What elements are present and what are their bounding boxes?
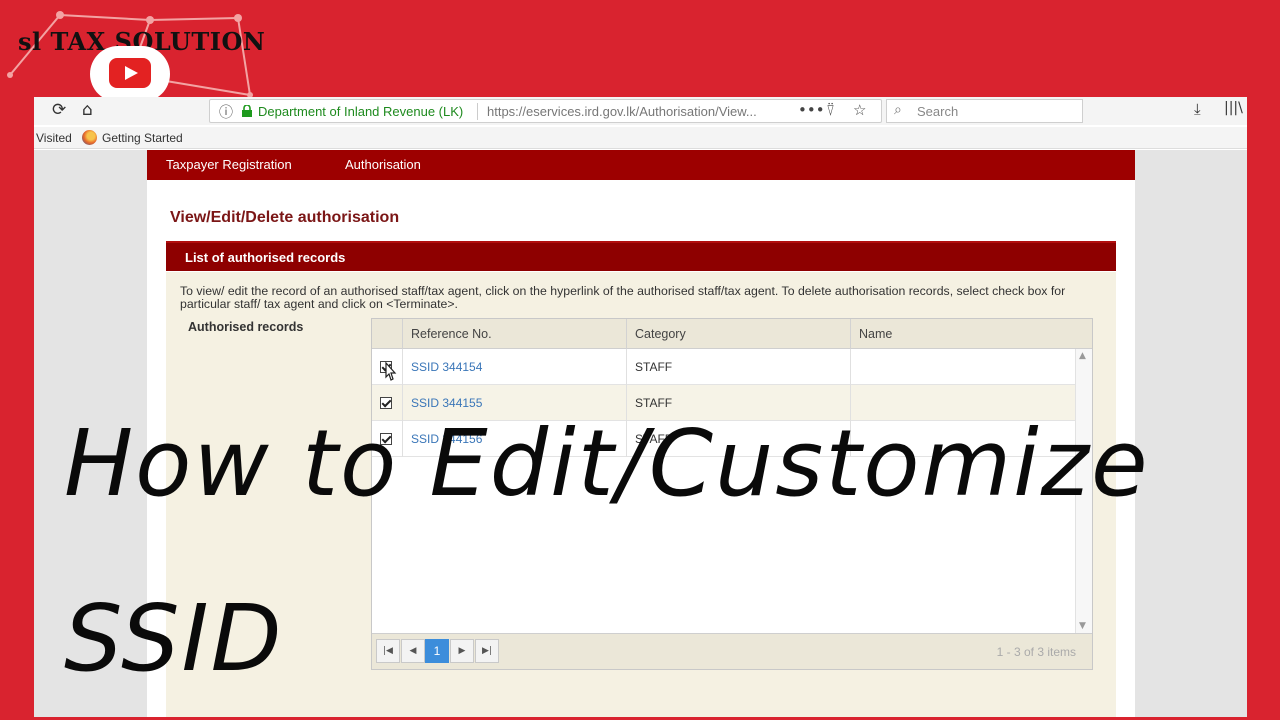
search-icon: ⌕: [894, 102, 902, 118]
search-placeholder: Search: [917, 104, 959, 119]
reload-icon[interactable]: ⟳: [52, 100, 66, 120]
pocket-icon[interactable]: ⍢: [826, 101, 835, 119]
mouse-cursor-icon: [385, 361, 397, 381]
grid-header: Reference No. Category Name: [372, 319, 1092, 349]
downloads-icon[interactable]: ⤓: [1194, 100, 1201, 118]
scroll-down-icon[interactable]: ▼: [1079, 621, 1086, 631]
library-icon[interactable]: |||\: [1224, 100, 1243, 116]
page-number-button[interactable]: 1: [425, 639, 449, 663]
bookmark-star-icon[interactable]: ☆: [853, 101, 866, 119]
more-actions-icon[interactable]: •••: [798, 101, 825, 119]
address-bar[interactable]: ⓘ Department of Inland Revenue (LK) http…: [209, 99, 882, 123]
search-bar[interactable]: ⌕ Search: [886, 99, 1083, 123]
grid-pager: |◀ ◀ 1 ▶ ▶| 1 - 3 of 3 items: [372, 633, 1092, 669]
firefox-icon: [82, 130, 97, 145]
column-header-category[interactable]: Category: [626, 319, 850, 349]
nav-authorisation[interactable]: Authorisation: [345, 157, 421, 172]
bookmark-most-visited[interactable]: Visited: [36, 131, 72, 145]
section-title: List of authorised records: [185, 250, 346, 265]
column-header-name[interactable]: Name: [850, 319, 1075, 349]
last-page-icon[interactable]: ▶|: [475, 639, 499, 663]
name-cell: [850, 349, 1075, 385]
table-row: SSID 344154 STAFF: [372, 349, 1075, 385]
row-checkbox[interactable]: [380, 397, 392, 409]
video-title-line1: How to Edit/Customize: [64, 410, 1150, 517]
scroll-up-icon[interactable]: ▲: [1079, 351, 1086, 361]
bookmark-getting-started[interactable]: Getting Started: [102, 131, 183, 145]
site-identity: Department of Inland Revenue (LK): [258, 104, 464, 119]
youtube-icon: [90, 46, 170, 102]
instructions-text: To view/ edit the record of an authorise…: [180, 284, 1066, 311]
nav-taxpayer-registration[interactable]: Taxpayer Registration: [166, 157, 292, 172]
home-icon[interactable]: ⌂: [82, 100, 93, 120]
site-nav: Taxpayer Registration Authorisation: [147, 150, 1135, 180]
url-text[interactable]: https://eservices.ird.gov.lk/Authorisati…: [487, 104, 777, 119]
bookmarks-bar: Visited Getting Started: [34, 127, 1247, 149]
next-page-icon[interactable]: ▶: [450, 639, 474, 663]
page-title: View/Edit/Delete authorisation: [170, 209, 400, 226]
category-cell: STAFF: [626, 349, 850, 385]
lock-icon: [242, 105, 252, 117]
info-icon[interactable]: ⓘ: [219, 102, 233, 122]
browser-toolbar: ⟳ ⌂ ⓘ Department of Inland Revenue (LK) …: [34, 97, 1247, 125]
video-title-line2: SSID: [64, 585, 284, 692]
section-header: List of authorised records: [166, 241, 1116, 271]
reference-link[interactable]: SSID 344154: [402, 349, 626, 385]
select-column-header: [372, 319, 402, 349]
prev-page-icon[interactable]: ◀: [401, 639, 425, 663]
first-page-icon[interactable]: |◀: [376, 639, 400, 663]
authorised-records-label: Authorised records: [188, 320, 304, 334]
page-info: 1 - 3 of 3 items: [996, 645, 1076, 659]
channel-brand: sl TAX SOLUTION: [0, 0, 270, 102]
column-header-reference[interactable]: Reference No.: [402, 319, 626, 349]
